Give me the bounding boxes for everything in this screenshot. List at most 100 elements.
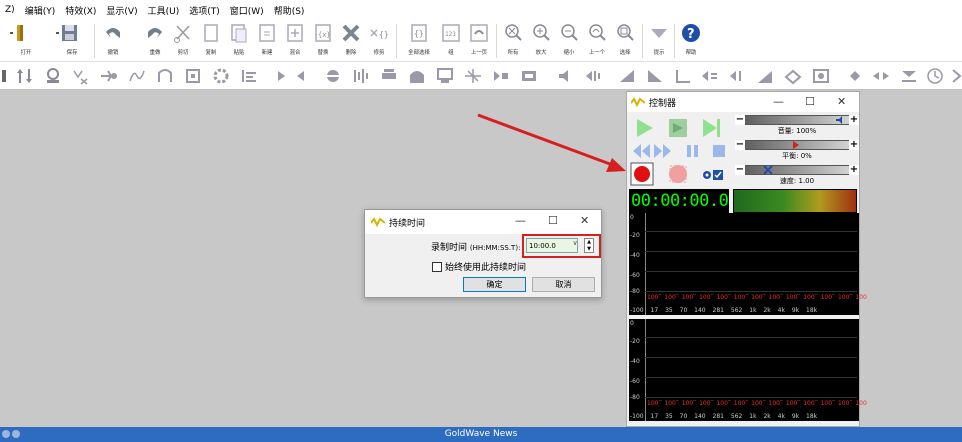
trim-button[interactable]: {} 修剪 [366,22,392,60]
invert-icon[interactable] [324,67,342,85]
paste-new-button[interactable]: 新建 [254,22,280,60]
zoom-all-button[interactable]: 所有 [500,22,526,60]
scope-tick: -80 [630,394,640,401]
menu-help[interactable]: 帮助(S) [269,4,310,17]
cut-icon [174,25,190,43]
time-warp-icon[interactable] [674,67,692,85]
group-button[interactable]: 123 组 [438,22,464,60]
balance-minus-button[interactable]: − [735,140,745,150]
speed-minus-button[interactable]: − [735,165,745,175]
zoom-in-icon [533,24,550,41]
record-selection-icon[interactable] [669,165,687,183]
volume-shape-icon[interactable] [728,67,746,85]
svg-text:123: 123 [445,31,456,38]
silence-icon[interactable] [618,67,636,85]
close-button[interactable]: ✕ [837,95,846,108]
stop-icon[interactable] [713,145,725,157]
balance-plus-button[interactable]: + [849,140,859,150]
cue-button[interactable]: 提示 [646,22,672,60]
menu-file[interactable]: Z) [0,5,20,15]
dialog-title: 持续时间 [389,218,426,229]
eq-slider-icon[interactable] [900,67,918,85]
fast-forward-icon[interactable] [654,144,671,158]
paste-button[interactable]: 粘贴 [226,22,252,60]
pan-icon[interactable] [408,67,426,85]
speaker-icon[interactable] [556,67,574,85]
save-button[interactable]: 保存 [54,22,80,60]
filter-icon[interactable] [156,67,174,85]
zoom-out-button[interactable]: 缩小 [556,22,582,60]
previous-button[interactable]: 上一页 [466,22,492,60]
zoom-in-button[interactable]: 放大 [528,22,554,60]
clock-icon[interactable] [926,67,944,85]
checkbox-box[interactable] [432,261,442,272]
more-icon[interactable] [950,67,962,85]
transport-row-2 [633,144,725,158]
volume-change-icon[interactable] [700,67,718,85]
cut-button[interactable]: 剪切 [170,22,196,60]
offset-icon[interactable] [380,67,398,85]
doppler-icon[interactable] [100,67,118,85]
select-all-button[interactable]: {} 全部选择 [402,22,436,60]
menu-view[interactable]: 显示(V) [101,4,142,17]
copy-button[interactable]: 复制 [198,22,224,60]
record-button[interactable] [630,162,654,186]
minimize-button[interactable]: — [515,214,526,227]
menu-options[interactable]: 选项(T) [184,4,225,17]
speed-track[interactable] [735,165,859,175]
group-icon: 123 [442,24,460,42]
equalizer-icon[interactable] [240,67,258,85]
open-icon [10,25,23,41]
menu-window[interactable]: 窗口(W) [225,4,269,17]
pitch-icon[interactable] [436,67,454,85]
speed-plus-button[interactable]: + [849,165,859,175]
play-selection-icon[interactable] [669,119,687,137]
menu-edit[interactable]: 编辑(Y) [20,4,61,17]
redo-button[interactable]: 重做 [142,22,168,60]
open-button[interactable]: 打开 [6,22,32,60]
help-button[interactable]: ? 帮助 [678,22,704,60]
close-button[interactable]: ✕ [580,214,589,227]
maximize-volume-icon[interactable] [784,67,802,85]
mix-button[interactable]: 混合 [282,22,308,60]
settings-gear-icon[interactable] [212,67,230,85]
ok-button[interactable]: 确定 [463,277,526,292]
menu-effect[interactable]: 特效(X) [60,4,101,17]
playback-rate-icon[interactable] [584,67,602,85]
play-icon[interactable] [637,119,653,137]
resample-icon[interactable] [464,67,482,85]
echo-icon[interactable] [128,67,146,85]
volume-minus-button[interactable]: − [735,115,745,125]
spectrum-filter-icon[interactable] [812,67,830,85]
fade-out-icon[interactable] [296,67,314,85]
replace-button[interactable]: {x} 替换 [310,22,336,60]
updown-arrows-icon[interactable] [16,67,34,85]
minimize-button[interactable]: — [773,95,784,108]
always-use-duration-checkbox[interactable]: 始终使用此持续时间 [432,260,526,273]
delete-button[interactable]: 删除 [338,22,364,60]
undo-button[interactable]: 撤销 [100,22,126,60]
zoom-select-button[interactable]: 选择 [612,22,638,60]
stereo-icon[interactable] [646,67,664,85]
match-volume-icon[interactable] [756,67,774,85]
arrows-icon[interactable] [872,67,890,85]
rewind-icon[interactable] [633,144,650,158]
mechanize-icon[interactable] [352,67,370,85]
noise-reduction-icon[interactable] [72,67,90,85]
record-settings-icon[interactable] [703,170,723,180]
speed-readout: 速度: 1.00 [779,177,815,185]
diamond-icon[interactable] [846,67,864,85]
play-to-end-icon[interactable] [703,119,720,137]
volume-plus-button[interactable]: + [849,115,859,125]
zoom-previous-button[interactable]: 上一个 [584,22,610,60]
cancel-button[interactable]: 取消 [532,277,595,292]
menu-tools[interactable]: 工具(U) [143,4,185,17]
fade-in-icon[interactable] [268,67,286,85]
flanger-icon[interactable] [184,67,202,85]
reverb-icon[interactable] [520,67,538,85]
compressor-icon[interactable] [44,67,62,85]
reverse-icon[interactable] [492,67,510,85]
pause-icon[interactable] [687,145,698,157]
maximize-button[interactable]: ☐ [548,214,558,227]
maximize-button[interactable]: ☐ [805,95,815,108]
